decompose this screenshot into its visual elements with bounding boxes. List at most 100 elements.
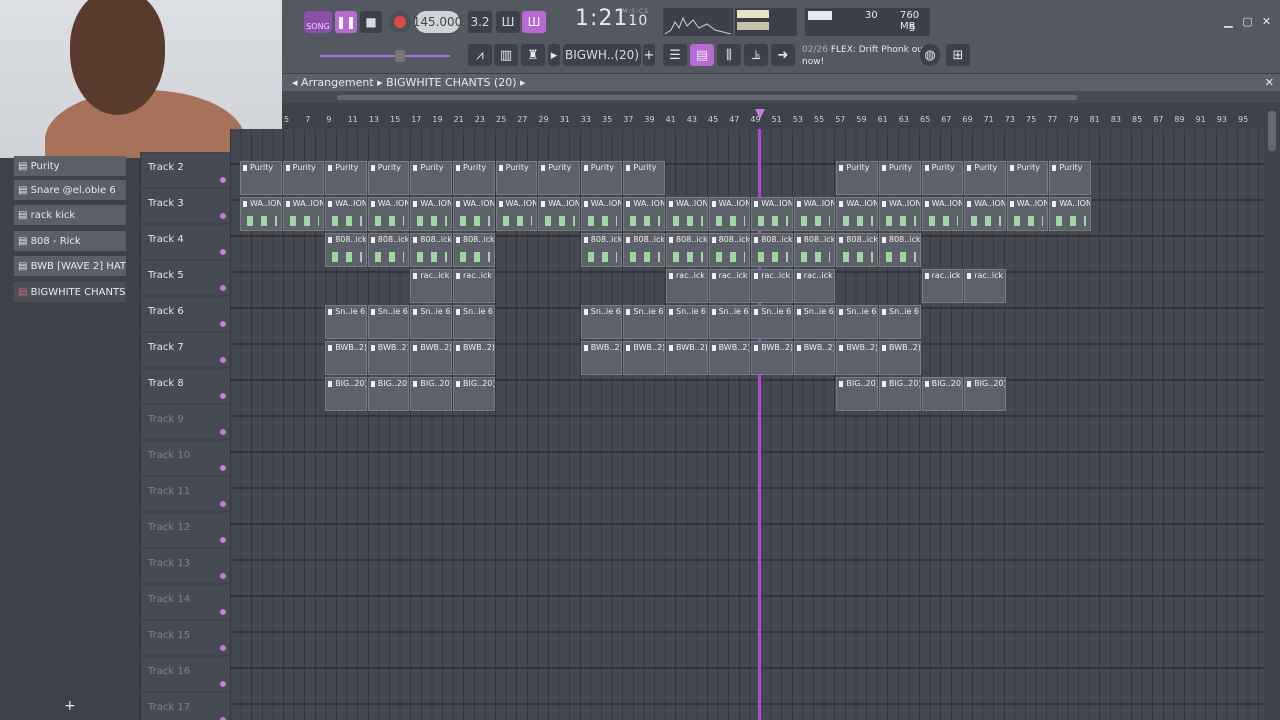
pattern-clip[interactable]: WA..ION (410, 197, 452, 231)
arrangement-label[interactable]: Arrangement (301, 76, 374, 89)
pattern-clip[interactable]: 808..ick (325, 233, 367, 267)
next-button[interactable]: ➜ (771, 44, 795, 66)
pattern-clip[interactable]: Purity (282, 161, 325, 195)
channel-rack-button[interactable]: ▤ (690, 44, 714, 66)
pattern-clip[interactable]: BWB..2) (708, 341, 751, 375)
track-header[interactable]: Track 17 (142, 693, 230, 720)
pattern-clip[interactable]: WA..ION (282, 197, 325, 231)
online-button[interactable]: ◍ (920, 44, 940, 66)
pattern-clip[interactable]: BWB..2) (751, 341, 793, 375)
pattern-clip[interactable]: WA..ION (921, 197, 964, 231)
slider-knob[interactable] (395, 50, 405, 62)
track-mute-dot[interactable] (220, 177, 226, 183)
pattern-clip[interactable]: rac..ick (793, 269, 836, 303)
step-edit-button[interactable]: Ш (522, 11, 546, 33)
pattern-clip[interactable]: Purity (836, 161, 878, 195)
play-pause-button[interactable]: ❚❚ (335, 11, 357, 33)
track-header[interactable]: Track 10 (142, 441, 230, 475)
track-mute-dot[interactable] (220, 249, 226, 255)
track-header[interactable]: Track 14 (142, 585, 230, 619)
pattern-clip[interactable]: rac..ick (453, 269, 495, 303)
pattern-clip[interactable]: rac..ick (410, 269, 452, 303)
typing-keyboard-button[interactable]: Ш (496, 11, 520, 33)
pattern-clip[interactable]: rac..ick (666, 269, 708, 303)
pattern-clip[interactable]: Purity (879, 161, 921, 195)
track-header[interactable]: Track 11 (142, 477, 230, 511)
close-icon[interactable]: ✕ (1259, 14, 1274, 29)
picker-item[interactable]: ▤ rack kick (14, 205, 126, 225)
pattern-clip[interactable]: BWB..2) (623, 341, 665, 375)
pattern-clip[interactable]: Purity (623, 161, 665, 195)
track-mute-dot[interactable] (220, 213, 226, 219)
track-mute-dot[interactable] (220, 681, 226, 687)
pattern-clip[interactable]: rac..ick (751, 269, 793, 303)
pattern-clip[interactable]: 808..ick (836, 233, 878, 267)
pattern-clip[interactable]: WA..ION (367, 197, 410, 231)
pattern-clip[interactable]: WA..ION (325, 197, 367, 231)
track-header[interactable]: Track 6 (142, 297, 230, 331)
pattern-clip[interactable]: 808..ick (580, 233, 623, 267)
picker-item[interactable]: ▤ BWB [WAVE 2] HAT (22) (14, 256, 126, 276)
pattern-clip[interactable]: Sn..ie 6 (367, 305, 410, 339)
track-mute-dot[interactable] (220, 357, 226, 363)
pattern-clip[interactable]: WA..ION (580, 197, 623, 231)
pattern-clip[interactable]: 808..ick (623, 233, 665, 267)
pattern-clip[interactable]: Purity (410, 161, 452, 195)
pattern-clip[interactable]: 808..ick (793, 233, 836, 267)
pattern-clip[interactable]: WA..ION (836, 197, 878, 231)
pattern-clip[interactable]: BWB..2) (410, 341, 452, 375)
pattern-clip[interactable]: BWB..2) (325, 341, 367, 375)
vertical-scrollbar[interactable] (1264, 103, 1280, 720)
track-header[interactable]: Track 12 (142, 513, 230, 547)
pattern-clip[interactable]: WA..ION (538, 197, 580, 231)
pattern-clip[interactable]: BIG..20) (879, 377, 921, 411)
track-mute-dot[interactable] (220, 609, 226, 615)
playlist-grid[interactable]: Purity Purity Purity Purity Purity Purity Puri… (230, 129, 1264, 720)
picker-item-selected[interactable]: ▤ BIGWHITE CHANTS (20) (14, 282, 126, 302)
pattern-clip[interactable]: BIG..20) (836, 377, 878, 411)
pattern-clip[interactable]: WA..ION (964, 197, 1006, 231)
pattern-clip[interactable]: BIG..20) (964, 377, 1006, 411)
snap-magnet-button[interactable]: ⩘ (468, 44, 492, 66)
close-icon[interactable]: ✕ (1265, 76, 1274, 89)
pattern-clip[interactable]: BWB..2) (879, 341, 921, 375)
pattern-clip[interactable]: Sn..ie 6 (666, 305, 708, 339)
track-header[interactable]: Track 2 (142, 153, 230, 187)
picker-item[interactable]: ▤ Snare @el.obie 6 (14, 180, 126, 200)
track-header[interactable]: Track 4 (142, 225, 230, 259)
pattern-prev-button[interactable]: ▸ (548, 44, 560, 66)
pattern-clip[interactable]: Sn..ie 6 (836, 305, 878, 339)
pattern-clip[interactable]: WA..ION (623, 197, 665, 231)
pattern-clip[interactable]: WA..ION (666, 197, 708, 231)
pattern-clip[interactable]: BWB..2) (367, 341, 410, 375)
pattern-clip[interactable]: BWB..2) (793, 341, 836, 375)
pattern-clip[interactable]: 808..ick (410, 233, 452, 267)
maximize-icon[interactable]: ▢ (1240, 14, 1255, 29)
picker-item[interactable]: ▤ Purity (14, 156, 126, 176)
pattern-clip[interactable]: BIG..20) (410, 377, 452, 411)
pattern-clip[interactable]: Purity (453, 161, 495, 195)
track-header[interactable]: Track 13 (142, 549, 230, 583)
pattern-clip[interactable]: Purity (495, 161, 538, 195)
pattern-selector[interactable]: BIGWH..(20) (563, 44, 641, 66)
browser-button[interactable]: ♜ (521, 44, 545, 66)
pattern-clip[interactable]: BWB..2) (836, 341, 878, 375)
pattern-clip[interactable]: WA..ION (879, 197, 921, 231)
master-pitch-slider[interactable] (320, 50, 450, 62)
pattern-clip[interactable]: Purity (367, 161, 410, 195)
track-header[interactable]: Track 5 (142, 261, 230, 295)
track-header[interactable]: Track 15 (142, 621, 230, 655)
pattern-clip[interactable]: Purity (1006, 161, 1049, 195)
pattern-clip[interactable]: rac..ick (708, 269, 751, 303)
pattern-clip[interactable]: Purity (921, 161, 964, 195)
pattern-clip[interactable]: rac..ick (921, 269, 964, 303)
track-mute-dot[interactable] (220, 393, 226, 399)
mixer-button[interactable]: ⫼ (717, 44, 741, 66)
pattern-clip[interactable]: Purity (1049, 161, 1091, 195)
picker-item[interactable]: ▤ 808 - Rick (14, 231, 126, 251)
pattern-clip[interactable]: WA..ION (453, 197, 495, 231)
pattern-clip[interactable]: BIG..20) (453, 377, 495, 411)
pattern-clip[interactable]: WA..ION (1006, 197, 1049, 231)
pattern-clip[interactable]: Sn..ie 6 (751, 305, 793, 339)
pattern-clip[interactable]: WA..ION (793, 197, 836, 231)
